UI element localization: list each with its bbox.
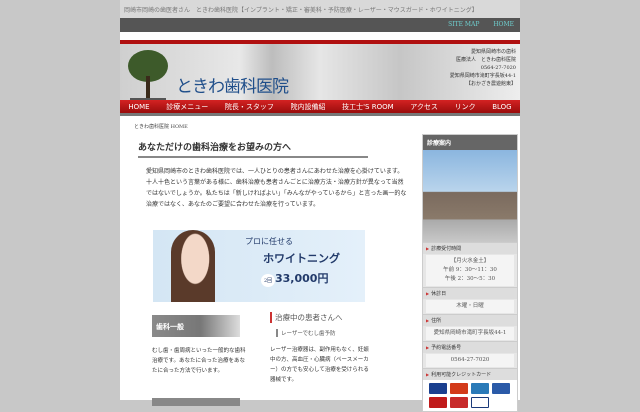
site-header: ときわ歯科医院 愛知県岡崎市の歯科 医療法人 ときわ歯科医院 0564-27-702… — [120, 40, 520, 100]
sidebar-title: 診療案内 — [423, 135, 517, 150]
page-heading: あなただけの歯科治療をお望みの方へ — [138, 140, 368, 158]
nav-blog[interactable]: BLOG — [492, 103, 511, 111]
address-value: 愛知県岡崎市滝町字長坂44-1 — [426, 327, 514, 340]
visa-card-icon — [429, 383, 447, 394]
holiday-label: 休診日 — [423, 287, 517, 299]
sidebar-clinic-info: 診療案内 診療受付時間 【月火水金土】午前 9：30～11：30午後 2：30～… — [422, 134, 518, 412]
diners-card-icon — [471, 397, 489, 408]
general-dentistry-button[interactable]: 歯科一般 — [152, 315, 240, 337]
hours-label: 診療受付時間 — [423, 242, 517, 254]
credit-cards — [423, 380, 517, 411]
page: 岡崎市岡崎の歯医者さん ときわ歯科医院【インプラント・矯正・審美科・予防医療・レ… — [120, 0, 520, 412]
phone-label: 予約電話番号 — [423, 341, 517, 353]
mastercard-icon — [450, 383, 468, 394]
banner-line1: プロに任せる — [245, 237, 293, 246]
nav-facility[interactable]: 院内設備紹 — [290, 102, 325, 112]
nav-technician[interactable]: 技工士'S ROOM — [342, 102, 394, 112]
header-address: 愛知県岡崎市の歯科 医療法人 ときわ歯科医院 0564-27-7020 愛知県岡崎市滝… — [449, 49, 516, 87]
clinic-logo[interactable]: ときわ歯科医院 — [176, 72, 289, 97]
laser-text: レーザー治療器は、副作用もなく、妊娠中の方、高血圧・心臓病（ペースメーカー）の方… — [270, 347, 369, 383]
next-section-button[interactable] — [152, 398, 240, 406]
patients-heading: 治療中の患者さんへ — [270, 312, 370, 323]
nav-links[interactable]: リンク — [455, 102, 476, 112]
model-photo — [171, 230, 215, 302]
home-link[interactable]: HOME — [493, 21, 514, 28]
address-label: 住所 — [423, 314, 517, 326]
banner-price: 33,000円 — [275, 272, 329, 285]
banner-line2: ホワイトニング — [263, 252, 340, 265]
whitening-banner[interactable]: プロに任せる ホワイトニング 2回 33,000円 — [153, 230, 365, 302]
tree-logo-icon — [128, 50, 168, 100]
nav-access[interactable]: アクセス — [410, 102, 438, 112]
banner-times: 2回 — [261, 274, 276, 287]
intro-text: 愛知県岡崎市のときわ歯科医院では、一人ひとりの患者さんにあわせた治療を心掛けてい… — [146, 168, 407, 208]
site-description: 岡崎市岡崎の歯医者さん ときわ歯科医院【インプラント・矯正・審美科・予防医療・レ… — [120, 0, 520, 18]
main-nav: HOME 診療メニュー 院長・スタッフ 院内設備紹 技工士'S ROOM アクセ… — [120, 100, 520, 116]
breadcrumb[interactable]: ときわ歯科医院 HOME — [134, 123, 188, 130]
holiday-value: 木曜・日曜 — [426, 300, 514, 313]
laser-subheading: レーザーでむし歯予防 — [276, 329, 370, 337]
amex-card-icon — [471, 383, 489, 394]
nav-staff[interactable]: 院長・スタッフ — [225, 102, 274, 112]
nav-menu[interactable]: 診療メニュー — [166, 102, 208, 112]
nicos-card-icon — [429, 397, 447, 408]
utility-bar: SITE MAP HOME — [120, 18, 520, 32]
nav-home[interactable]: HOME — [128, 103, 149, 111]
main-content: あなただけの歯科治療をお望みの方へ 愛知県岡崎市のときわ歯科医院では、一人ひとり… — [138, 140, 413, 406]
general-dentistry-text: むし歯・歯周病といった一般的な歯科治療です。あなたに合った治療をあなたに合った方… — [152, 348, 246, 374]
cards-label: 利用可能クレジットカード — [423, 368, 517, 380]
sitemap-link[interactable]: SITE MAP — [448, 21, 479, 28]
clinic-photo — [423, 150, 517, 242]
hours-value: 【月火水金土】 午前 9：30～11：30 午後 2：30～5：30 — [426, 255, 514, 286]
uc-card-icon — [450, 397, 468, 408]
patients-section: 治療中の患者さんへ レーザーでむし歯予防 レーザー治療器は、副作用もなく、妊娠中… — [270, 312, 370, 385]
jcb-card-icon — [492, 383, 510, 394]
phone-value: 0564-27-7020 — [426, 354, 514, 367]
